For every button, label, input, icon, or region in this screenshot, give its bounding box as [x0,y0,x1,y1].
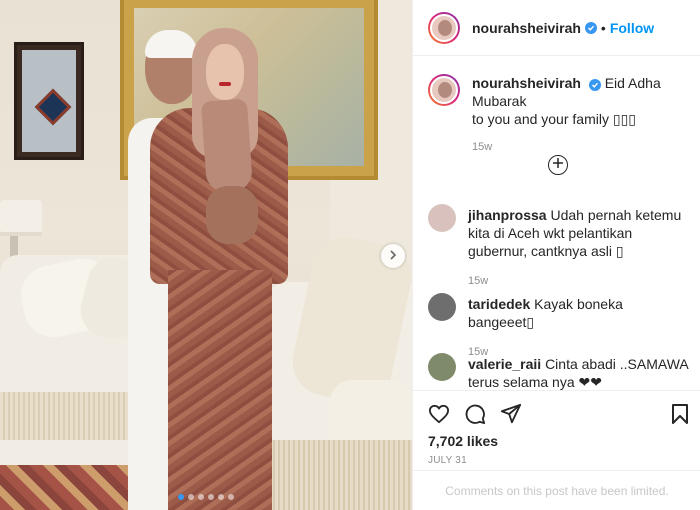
carousel-dot [208,494,214,500]
carousel-next-button[interactable] [381,244,405,268]
scarf [200,98,254,194]
carousel-dot [178,494,184,500]
carousel-dot [198,494,204,500]
comment-avatar[interactable] [428,204,456,232]
comment-avatar[interactable] [428,293,456,321]
header-separator: • [600,19,606,36]
person-woman-pants [168,270,272,510]
post-date[interactable]: JULY 31 [428,455,467,466]
lamp [0,200,42,236]
carousel-dots [178,494,234,500]
load-more-comments-button[interactable] [548,155,568,175]
comment-username[interactable]: jihanprossa [468,207,547,223]
follow-button[interactable]: Follow [610,20,654,36]
post-photo[interactable] [0,0,412,510]
comment-item: valerie_raii Cinta abadi ..SAMAWA terus … [428,353,693,391]
caption-avatar[interactable] [428,74,460,106]
verified-badge-icon [588,79,601,91]
caption-time[interactable]: 15w [472,138,692,156]
plus-circle-icon [552,156,564,174]
post-header: nourahsheivirah • Follow [413,0,700,56]
post-caption: nourahsheivirah Eid Adha Mubarak to you … [428,74,693,156]
caption-username[interactable]: nourahsheivirah [472,75,581,91]
sofa-fringe [270,440,412,510]
caption-text-line2: to you and your family [472,111,613,127]
comment-item: jihanprossa Udah pernah ketemu kita di A… [428,204,693,290]
comment-time[interactable]: 15w [468,272,688,290]
hands [206,186,258,244]
post-actions: 7,702 likes JULY 31 [413,390,700,470]
carousel-dot [188,494,194,500]
carousel-dot [218,494,224,500]
heart-icon[interactable] [428,403,450,425]
bookmark-icon[interactable] [669,403,691,425]
share-icon[interactable] [500,403,522,425]
caption-emoji: ▯▯▯ [612,111,636,127]
lips [219,82,231,86]
comment-icon[interactable] [464,403,486,425]
comment-username[interactable]: taridedek [468,296,530,312]
comment-avatar[interactable] [428,353,456,381]
like-count[interactable]: 7,702 likes [428,433,498,449]
person-woman-face [206,44,244,100]
comments-limited-notice: Comments on this post have been limited. [413,470,700,510]
carousel-dot [228,494,234,500]
wall-frame-small [14,42,84,160]
verified-badge-icon [584,21,597,34]
sofa-fringe [0,392,132,440]
comment-username[interactable]: valerie_raii [468,356,541,372]
post-side-panel: nourahsheivirah • Follow nourahsheivirah… [412,0,700,510]
header-username[interactable]: nourahsheivirah [472,20,581,36]
next-chevron-icon [389,247,397,265]
comment-item: taridedek Kayak boneka bangeeet▯ 15w [428,293,693,361]
avatar[interactable] [428,11,460,44]
